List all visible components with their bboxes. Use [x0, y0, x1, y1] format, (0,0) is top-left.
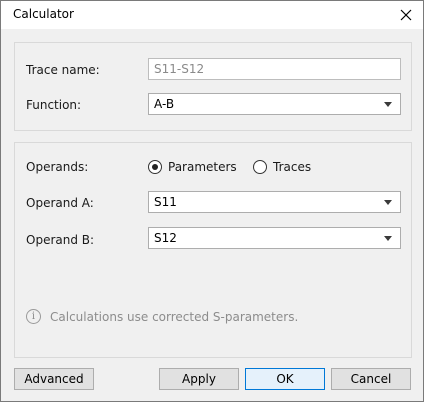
info-icon: i: [26, 309, 41, 324]
title-bar: Calculator: [1, 1, 423, 29]
cancel-button[interactable]: Cancel: [331, 368, 411, 390]
operand-a-select-value: S11: [154, 195, 177, 209]
advanced-button[interactable]: Advanced: [14, 368, 94, 390]
chevron-down-icon: [384, 236, 392, 241]
radio-traces-indicator: [253, 160, 267, 174]
radio-parameters[interactable]: Parameters: [148, 160, 237, 174]
close-icon: [400, 9, 412, 21]
trace-name-label: Trace name:: [26, 63, 100, 77]
radio-parameters-label: Parameters: [168, 160, 237, 174]
radio-traces[interactable]: Traces: [253, 160, 311, 174]
chevron-down-icon: [384, 102, 392, 107]
radio-traces-label: Traces: [273, 160, 312, 174]
trace-settings-group: Trace name: Function: A-B: [14, 42, 412, 131]
info-note: i Calculations use corrected S-parameter…: [26, 309, 298, 324]
operands-group: Operands: Parameters Traces Operand A: S…: [14, 142, 412, 358]
window-title: Calculator: [13, 7, 74, 21]
info-text: Calculations use corrected S-parameters.: [50, 309, 299, 324]
close-button[interactable]: [393, 3, 419, 27]
operand-b-select-value: S12: [154, 231, 177, 245]
operand-a-select[interactable]: S11: [148, 191, 401, 213]
function-label: Function:: [26, 98, 82, 112]
operand-b-select[interactable]: S12: [148, 227, 401, 249]
calculator-dialog: Calculator Trace name: Function: A-B Ope…: [0, 0, 424, 402]
apply-button[interactable]: Apply: [159, 368, 239, 390]
function-select[interactable]: A-B: [148, 93, 401, 115]
operand-b-label: Operand B:: [26, 233, 95, 247]
chevron-down-icon: [384, 200, 392, 205]
function-select-value: A-B: [154, 97, 175, 111]
ok-button[interactable]: OK: [245, 368, 325, 390]
trace-name-input[interactable]: [148, 58, 401, 80]
operands-label: Operands:: [26, 160, 89, 174]
radio-parameters-indicator: [148, 160, 162, 174]
operand-a-label: Operand A:: [26, 196, 94, 210]
